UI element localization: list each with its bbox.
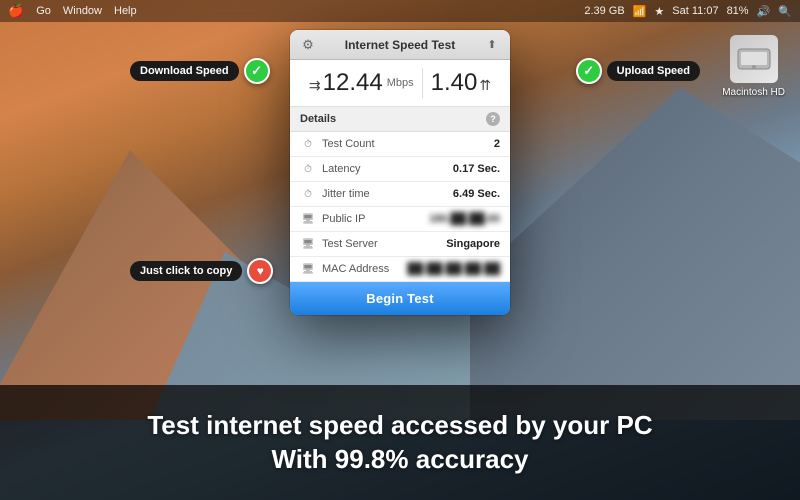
download-badge-label: Download Speed (130, 61, 239, 81)
bottom-line2: With 99.8% accuracy (147, 443, 652, 477)
bottom-text: Test internet speed accessed by your PC … (147, 409, 652, 477)
latency-label: Latency (322, 163, 453, 175)
details-header: Details ? (290, 107, 510, 132)
mac-address-value: ██:██:██:██:██ (407, 263, 500, 275)
detail-row-latency: ⏱ Latency 0.17 Sec. (290, 157, 510, 182)
test-server-label: Test Server (322, 238, 446, 250)
detail-row-test-count: ⏱ Test Count 2 (290, 132, 510, 157)
menubar-storage: 2.39 GB (584, 5, 624, 17)
speed-display: ⇉ 12.44 Mbps 1.40 ⇈ (290, 60, 510, 107)
upload-arrows-icon: ⇈ (479, 77, 491, 94)
details-label: Details (300, 113, 336, 125)
test-count-value: 2 (494, 138, 500, 150)
download-speed-display: ⇉ 12.44 (309, 69, 383, 97)
popup-titlebar: ⚙ Internet Speed Test ⬆ (290, 30, 510, 60)
copy-badge-label: Just click to copy (130, 261, 242, 281)
public-ip-value: 180.██.██.65 (429, 213, 500, 225)
upload-badge: ✓ Upload Speed (576, 58, 700, 84)
menubar-bluetooth-icon[interactable]: ★ (654, 5, 664, 18)
settings-button[interactable]: ⚙ (298, 37, 318, 53)
disk-icon (730, 35, 778, 83)
menubar-help[interactable]: Help (114, 5, 137, 17)
upload-speed-value: 1.40 (431, 69, 478, 97)
popup-title: Internet Speed Test (345, 38, 455, 52)
menubar-right: 2.39 GB 📶 ★ Sat 11:07 81% 🔊 🔍 (584, 5, 792, 18)
upload-speed-display: 1.40 ⇈ (431, 69, 491, 97)
download-check-icon: ✓ (244, 58, 270, 84)
share-button[interactable]: ⬆ (482, 37, 502, 53)
titlebar-right: ⬆ (482, 37, 502, 53)
test-count-label: Test Count (322, 138, 494, 150)
menubar-left: 🍎 Go Window Help (8, 3, 584, 19)
mac-address-label: MAC Address (322, 263, 407, 275)
menubar-search-icon[interactable]: 🔍 (778, 5, 792, 18)
download-speed-value: 12.44 (323, 69, 383, 97)
heart-icon: ♥ (247, 258, 273, 284)
begin-test-button[interactable]: Begin Test (290, 282, 510, 315)
desktop-icon-macintosh-hd[interactable]: Macintosh HD (722, 35, 785, 98)
help-button[interactable]: ? (486, 112, 500, 126)
menubar-wifi-icon[interactable]: 📶 (633, 5, 647, 18)
menubar: 🍎 Go Window Help 2.39 GB 📶 ★ Sat 11:07 8… (0, 0, 800, 22)
menubar-battery: 81% (727, 5, 749, 17)
download-badge: Download Speed ✓ (130, 58, 270, 84)
titlebar-left: ⚙ (298, 37, 318, 53)
jitter-value: 6.49 Sec. (453, 188, 500, 200)
speed-unit-mbps: Mbps (387, 77, 414, 89)
menubar-time: Sat 11:07 (672, 5, 718, 17)
menubar-volume-icon[interactable]: 🔊 (757, 5, 771, 18)
jitter-label: Jitter time (322, 188, 453, 200)
latency-icon: ⏱ (300, 162, 316, 176)
apple-menu[interactable]: 🍎 (8, 3, 24, 19)
detail-row-jitter: ⏱ Jitter time 6.49 Sec. (290, 182, 510, 207)
bottom-overlay: Test internet speed accessed by your PC … (0, 385, 800, 500)
detail-row-public-ip: 🖥 Public IP 180.██.██.65 (290, 207, 510, 232)
copy-badge[interactable]: Just click to copy ♥ (130, 258, 273, 284)
upload-badge-label: Upload Speed (607, 61, 700, 81)
public-ip-icon: 🖥 (300, 212, 316, 226)
desktop-icon-label: Macintosh HD (722, 87, 785, 98)
test-server-icon: 🖥 (300, 237, 316, 251)
menubar-go[interactable]: Go (36, 5, 51, 17)
detail-row-mac-address: 🖥 MAC Address ██:██:██:██:██ (290, 257, 510, 282)
bottom-line1: Test internet speed accessed by your PC (147, 409, 652, 443)
jitter-icon: ⏱ (300, 187, 316, 201)
menubar-window[interactable]: Window (63, 5, 102, 17)
mac-address-icon: 🖥 (300, 262, 316, 276)
detail-row-test-server: 🖥 Test Server Singapore (290, 232, 510, 257)
test-count-icon: ⏱ (300, 137, 316, 151)
test-server-value: Singapore (446, 238, 500, 250)
popup-window: ⚙ Internet Speed Test ⬆ ⇉ 12.44 Mbps 1.4… (290, 30, 510, 315)
latency-value: 0.17 Sec. (453, 163, 500, 175)
speed-separator (422, 68, 423, 98)
upload-check-icon: ✓ (576, 58, 602, 84)
public-ip-label: Public IP (322, 213, 429, 225)
download-arrows-icon: ⇉ (309, 78, 321, 92)
